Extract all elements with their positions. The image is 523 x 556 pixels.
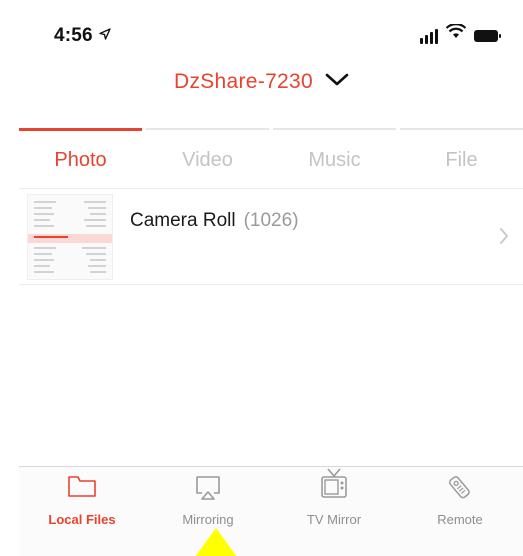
status-icons bbox=[420, 23, 501, 44]
album-thumbnail bbox=[27, 194, 113, 280]
status-bar: 4:56 bbox=[0, 0, 523, 60]
tab-indicator-file bbox=[400, 128, 523, 130]
header[interactable]: DzShare-7230 bbox=[0, 70, 523, 110]
wifi-icon bbox=[445, 23, 467, 44]
signal-bar bbox=[425, 35, 428, 44]
tv-icon bbox=[319, 467, 349, 506]
signal-icon bbox=[420, 38, 423, 44]
tab-indicator-bar bbox=[19, 128, 523, 131]
tab-indicator-video bbox=[146, 128, 269, 130]
tabbar-tv-mirror[interactable]: TV Mirror bbox=[271, 467, 397, 556]
tab-photo[interactable]: Photo bbox=[19, 133, 142, 187]
tab-music[interactable]: Music bbox=[273, 133, 396, 187]
divider bbox=[19, 284, 523, 285]
album-title: Camera Roll (1026) bbox=[130, 210, 299, 232]
tab-file[interactable]: File bbox=[400, 133, 523, 187]
clock: 4:56 bbox=[54, 25, 93, 46]
album-count: (1026) bbox=[243, 210, 299, 231]
tabbar-label: Remote bbox=[437, 512, 483, 527]
device-title[interactable]: DzShare-7230 bbox=[174, 70, 313, 93]
remote-icon bbox=[445, 473, 475, 506]
pointer-arrow-icon bbox=[193, 528, 239, 556]
album-name: Camera Roll bbox=[130, 210, 236, 231]
album-row-camera-roll[interactable]: Camera Roll (1026) bbox=[19, 189, 523, 285]
folder-icon bbox=[67, 473, 97, 504]
chevron-right-icon bbox=[499, 227, 509, 250]
media-tabs: Photo Video Music File bbox=[19, 133, 523, 187]
battery-icon bbox=[474, 30, 501, 42]
signal-bar bbox=[430, 32, 433, 44]
tabbar-local-files[interactable]: Local Files bbox=[19, 467, 145, 556]
location-arrow-icon bbox=[99, 24, 111, 46]
tabbar-label: TV Mirror bbox=[306, 512, 362, 527]
tabbar-label: Local Files bbox=[48, 512, 116, 527]
tab-video[interactable]: Video bbox=[146, 133, 269, 187]
airplay-icon bbox=[193, 473, 223, 506]
chevron-down-icon[interactable] bbox=[325, 73, 349, 92]
tab-indicator-photo bbox=[19, 128, 142, 131]
tabbar-label: Mirroring bbox=[182, 512, 234, 527]
tab-indicator-music bbox=[273, 128, 396, 130]
bottom-tab-bar: Local Files Mirroring TV Mirror Remote bbox=[19, 466, 523, 556]
status-time: 4:56 bbox=[54, 24, 111, 47]
tabbar-remote[interactable]: Remote bbox=[397, 467, 523, 556]
signal-bar bbox=[435, 29, 438, 44]
